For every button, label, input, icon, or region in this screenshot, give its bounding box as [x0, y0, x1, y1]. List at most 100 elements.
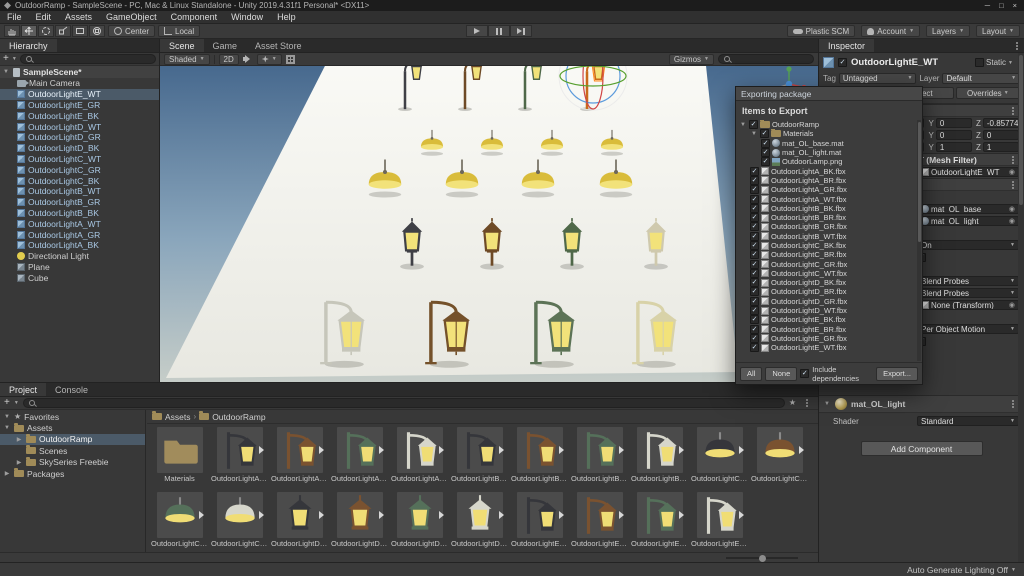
- plastic-scm-button[interactable]: Plastic SCM: [786, 25, 856, 37]
- hierarchy-search-input[interactable]: [19, 54, 156, 64]
- kebab-menu-icon[interactable]: [1016, 44, 1018, 47]
- orientation-toggle-button[interactable]: Local: [158, 25, 201, 37]
- export-item-outdoorlighte-bk-fbx[interactable]: OutdoorLightE_BK.fbx: [737, 315, 916, 325]
- item-checkbox[interactable]: [760, 129, 769, 139]
- zoom-slider-thumb[interactable]: [759, 554, 766, 562]
- saved-search-icon[interactable]: ★: [789, 399, 796, 407]
- breadcrumb-item[interactable]: OutdoorRamp: [212, 412, 265, 422]
- export-item-outdoorlighta-wt-fbx[interactable]: OutdoorLightA_WT.fbx: [737, 194, 916, 204]
- foldout-icon[interactable]: ▼: [823, 401, 831, 407]
- expand-arrow-icon[interactable]: [318, 511, 324, 519]
- expand-arrow-icon[interactable]: [678, 511, 684, 519]
- maximize-button[interactable]: □: [999, 1, 1004, 10]
- scene-header-row[interactable]: ▼ SampleScene*: [0, 66, 159, 78]
- export-item-outdoorlightd-wt-fbx[interactable]: OutdoorLightD_WT.fbx: [737, 306, 916, 316]
- hierarchy-item-outdoorlighte-gr[interactable]: OutdoorLightE_GR: [0, 100, 159, 111]
- project-tree-assets[interactable]: ▼ Assets: [0, 422, 145, 433]
- foldout-icon[interactable]: ▼: [3, 414, 11, 420]
- hierarchy-item-outdoorlighte-bk[interactable]: OutdoorLightE_BK: [0, 110, 159, 121]
- rotation-y-field[interactable]: 0: [935, 130, 972, 140]
- export-button[interactable]: Export...: [876, 366, 918, 381]
- export-item-outdoorlighte-br-fbx[interactable]: OutdoorLightE_BR.fbx: [737, 324, 916, 334]
- expand-arrow-icon[interactable]: [738, 511, 744, 519]
- hierarchy-item-directional-light[interactable]: Directional Light: [0, 251, 159, 262]
- asset-materials[interactable]: Materials: [150, 427, 209, 491]
- export-item-outdoorlightb-bk-fbx[interactable]: OutdoorLightB_BK.fbx: [737, 203, 916, 213]
- asset-outdoorlighte-wt[interactable]: OutdoorLightE_WT: [690, 492, 749, 552]
- asset-outdoorlightc-br[interactable]: OutdoorLightC_BR: [750, 427, 809, 491]
- menu-window[interactable]: Window: [224, 12, 270, 22]
- asset-outdoorlighte-gr[interactable]: OutdoorLightE_GR: [630, 492, 689, 552]
- item-checkbox[interactable]: [750, 231, 759, 241]
- tab-scene[interactable]: Scene: [160, 39, 204, 52]
- inspector-scrollbar[interactable]: [1018, 53, 1024, 562]
- menu-edit[interactable]: Edit: [29, 12, 59, 22]
- scene-search-input[interactable]: [718, 54, 814, 64]
- include-dependencies-checkbox[interactable]: [800, 369, 810, 378]
- tab-asset-store[interactable]: Asset Store: [246, 39, 311, 52]
- item-checkbox[interactable]: [750, 287, 759, 297]
- add-component-button[interactable]: Add Component: [860, 441, 983, 456]
- kebab-menu-icon[interactable]: [806, 402, 808, 404]
- hierarchy-item-outdoorlighta-bk[interactable]: OutdoorLightA_BK: [0, 240, 159, 251]
- position-z-field[interactable]: -0.85774: [982, 118, 1019, 128]
- foldout-icon[interactable]: ▼: [739, 122, 747, 128]
- hierarchy-item-main-camera[interactable]: Main Camera: [0, 78, 159, 89]
- asset-outdoorlightc-wt[interactable]: OutdoorLightC_WT: [210, 492, 269, 552]
- step-button[interactable]: [510, 25, 532, 37]
- layer-dropdown[interactable]: Default ▼: [942, 72, 1021, 84]
- foldout-icon[interactable]: ▼: [3, 425, 11, 431]
- gizmos-dropdown[interactable]: Gizmos ▼: [668, 53, 714, 65]
- cast-shadows-field[interactable]: On: [917, 240, 1019, 250]
- menu-file[interactable]: File: [0, 12, 29, 22]
- rotation-z-field[interactable]: 0: [982, 130, 1019, 140]
- expand-arrow-icon[interactable]: [438, 446, 444, 454]
- light-probes-field[interactable]: Blend Probes: [917, 276, 1019, 286]
- hierarchy-item-outdoorlightc-wt[interactable]: OutdoorLightC_WT: [0, 154, 159, 165]
- asset-outdoorlightd-bk[interactable]: OutdoorLightD_BK: [270, 492, 329, 552]
- item-checkbox[interactable]: [750, 343, 759, 353]
- asset-outdoorlightd-wt[interactable]: OutdoorLightD_WT: [450, 492, 509, 552]
- item-checkbox[interactable]: [750, 324, 759, 334]
- project-tree-packages[interactable]: ▶ Packages: [0, 468, 145, 479]
- export-item-outdoorlightb-wt-fbx[interactable]: OutdoorLightB_WT.fbx: [737, 231, 916, 241]
- item-checkbox[interactable]: [750, 306, 759, 316]
- asset-outdoorlighte-bk[interactable]: OutdoorLightE_BK: [510, 492, 569, 552]
- menu-component[interactable]: Component: [164, 12, 225, 22]
- asset-outdoorlightb-wt[interactable]: OutdoorLightB_WT: [630, 427, 689, 491]
- asset-outdoorlightc-bk[interactable]: OutdoorLightC_BK: [690, 427, 749, 491]
- item-checkbox[interactable]: [749, 120, 758, 130]
- export-item-mat-ol-base-mat[interactable]: mat_OL_base.mat: [737, 138, 916, 148]
- export-item-outdoorlighta-gr-fbx[interactable]: OutdoorLightA_GR.fbx: [737, 185, 916, 195]
- export-item-outdoorramp[interactable]: ▼ OutdoorRamp: [737, 120, 916, 130]
- foldout-icon[interactable]: ▶: [15, 459, 23, 466]
- effects-dropdown[interactable]: ▼: [256, 53, 282, 65]
- export-item-outdoorlighte-wt-fbx[interactable]: OutdoorLightE_WT.fbx: [737, 343, 916, 353]
- tag-dropdown[interactable]: Untagged ▼: [838, 72, 917, 84]
- select-none-button[interactable]: None: [765, 366, 798, 381]
- transform-tool-button[interactable]: [89, 25, 105, 37]
- export-item-outdoorlamp-png[interactable]: OutdoorLamp.png: [737, 157, 916, 167]
- export-item-outdoorlightb-br-fbx[interactable]: OutdoorLightB_BR.fbx: [737, 213, 916, 223]
- hierarchy-item-outdoorlightc-bk[interactable]: OutdoorLightC_BK: [0, 175, 159, 186]
- item-checkbox[interactable]: [750, 222, 759, 232]
- expand-arrow-icon[interactable]: [378, 446, 384, 454]
- rotate-tool-button[interactable]: [38, 25, 54, 37]
- menu-gameobject[interactable]: GameObject: [99, 12, 164, 22]
- tab-inspector[interactable]: Inspector: [819, 39, 875, 52]
- hierarchy-item-outdoorlighta-wt[interactable]: OutdoorLightA_WT: [0, 218, 159, 229]
- expand-arrow-icon[interactable]: [378, 511, 384, 519]
- minimize-button[interactable]: ─: [985, 1, 990, 10]
- asset-outdoorlighta-gr[interactable]: OutdoorLightA_GR: [330, 427, 389, 491]
- kebab-menu-icon[interactable]: [1012, 158, 1014, 161]
- project-search-input[interactable]: [22, 398, 785, 408]
- expand-arrow-icon[interactable]: [558, 511, 564, 519]
- item-checkbox[interactable]: [750, 333, 759, 343]
- hierarchy-item-outdoorlightb-wt[interactable]: OutdoorLightB_WT: [0, 186, 159, 197]
- dialog-scrollbar[interactable]: [917, 120, 921, 361]
- asset-outdoorlighta-br[interactable]: OutdoorLightA_BR: [270, 427, 329, 491]
- project-tree-scenes[interactable]: Scenes: [0, 445, 145, 456]
- asset-outdoorlightb-bk[interactable]: OutdoorLightB_BK: [450, 427, 509, 491]
- hierarchy-item-outdoorlightb-bk[interactable]: OutdoorLightB_BK: [0, 208, 159, 219]
- expand-arrow-icon[interactable]: [498, 511, 504, 519]
